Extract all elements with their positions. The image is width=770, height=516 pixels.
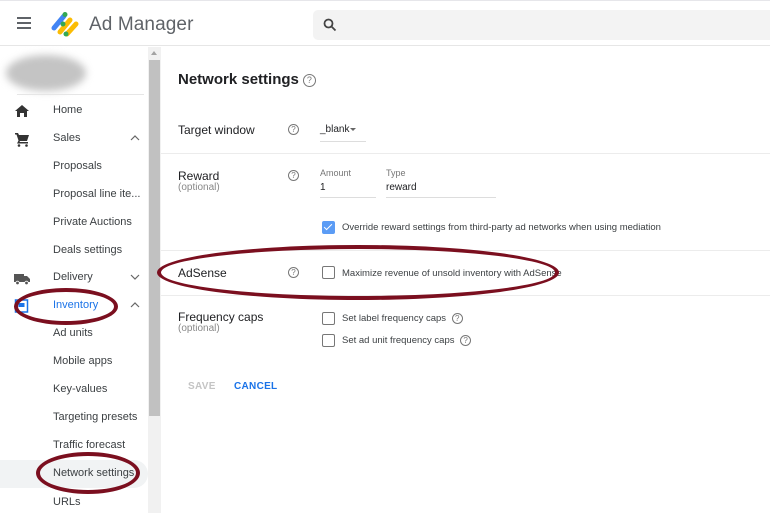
reward-optional-label: (optional) (178, 182, 220, 193)
sidebar-item-label: Traffic forecast (53, 439, 126, 451)
sidebar-item-label: Key-values (53, 383, 108, 395)
sidebar-item-urls[interactable]: URLs (0, 490, 148, 516)
reward-amount-input[interactable] (320, 182, 376, 193)
sidebar-item-home[interactable]: Home (0, 98, 148, 124)
target-window-select[interactable]: _blank (320, 122, 366, 142)
sidebar-item-network-settings[interactable]: Network settings (0, 460, 148, 488)
sidebar-item-targeting-presets[interactable]: Targeting presets (0, 405, 148, 431)
reward-type-input[interactable] (386, 182, 496, 193)
help-icon[interactable]: ? (302, 73, 316, 87)
search-icon (323, 18, 337, 32)
override-reward-label: Override reward settings from third-part… (342, 222, 661, 233)
sidebar-item-proposal-line-items[interactable]: Proposal line ite... (0, 182, 148, 208)
sidebar-divider (17, 94, 144, 95)
chevron-up-icon (130, 135, 140, 141)
reward-amount-field[interactable]: Amount (320, 168, 376, 198)
frequency-caps-optional-label: (optional) (178, 323, 220, 334)
label-frequency-caps-text: Set label frequency caps (342, 313, 447, 325)
ad-unit-frequency-caps-label: Set ad unit frequency caps ? (342, 335, 472, 347)
truck-icon (14, 274, 30, 286)
sidebar-item-label: Network settings (53, 467, 135, 479)
target-window-value: _blank (320, 124, 350, 135)
label-frequency-caps-checkbox[interactable] (322, 312, 335, 325)
home-icon (15, 105, 29, 117)
row-divider (161, 295, 770, 296)
sidebar-item-sales[interactable]: Sales (0, 126, 148, 152)
frequency-caps-label: Frequency caps (178, 310, 264, 324)
top-bar: Ad Manager (0, 0, 770, 46)
help-icon[interactable]: ? (288, 124, 299, 135)
sidebar-item-label: Proposal line ite... (53, 188, 141, 200)
sidebar-item-ad-units[interactable]: Ad units (0, 321, 148, 347)
adsense-label: AdSense (178, 266, 227, 280)
sidebar-item-label: Targeting presets (53, 411, 138, 423)
sidebar-item-traffic-forecast[interactable]: Traffic forecast (0, 433, 148, 459)
sidebar-scrollbar[interactable] (148, 47, 161, 513)
sidebar-item-inventory[interactable]: Inventory (0, 293, 148, 319)
sidebar-item-proposals[interactable]: Proposals (0, 154, 148, 180)
label-frequency-caps-label: Set label frequency caps ? (342, 313, 463, 324)
app-title: Ad Manager (89, 14, 194, 35)
sidebar-item-key-values[interactable]: Key-values (0, 377, 148, 403)
amount-label: Amount (320, 168, 352, 178)
cancel-button[interactable]: CANCEL (234, 381, 277, 392)
search-bar[interactable] (313, 10, 770, 40)
sidebar-item-mobile-apps[interactable]: Mobile apps (0, 349, 148, 375)
help-icon[interactable]: ? (460, 335, 472, 346)
reward-type-field[interactable]: Type (386, 168, 496, 198)
target-window-label: Target window (178, 123, 255, 137)
adsense-maximize-checkbox[interactable] (322, 266, 335, 279)
type-label: Type (386, 168, 406, 178)
adsense-maximize-label: Maximize revenue of unsold inventory wit… (342, 268, 562, 279)
sidebar-item-label: Home (53, 104, 83, 116)
override-reward-checkbox[interactable] (322, 221, 335, 234)
hamburger-menu-icon[interactable] (17, 17, 31, 29)
help-icon[interactable]: ? (288, 170, 299, 181)
chevron-up-icon (130, 302, 140, 308)
main-content: Network settings? Target window ? _blank… (161, 47, 770, 513)
sidebar-item-deals-settings[interactable]: Deals settings (0, 238, 148, 264)
sidebar-item-label: Private Auctions (53, 216, 132, 228)
reward-label: Reward (178, 169, 220, 183)
sidebar-item-label: Deals settings (53, 244, 123, 256)
page-title: Network settings? (178, 71, 316, 88)
sidebar-item-delivery[interactable]: Delivery (0, 265, 148, 291)
sidebar-item-label: Inventory (53, 299, 99, 311)
scrollbar-thumb[interactable] (149, 60, 160, 416)
chevron-down-icon (130, 274, 140, 280)
inventory-icon (14, 299, 29, 313)
sidebar-item-label: Mobile apps (53, 355, 113, 367)
sidebar-item-label: Ad units (53, 327, 93, 339)
sidebar-item-label: Proposals (53, 160, 102, 172)
sidebar-item-label: Delivery (53, 271, 93, 283)
ad-unit-frequency-caps-checkbox[interactable] (322, 334, 335, 347)
scroll-up-arrow-icon[interactable] (151, 51, 157, 55)
row-divider (161, 153, 770, 154)
help-icon[interactable]: ? (288, 267, 299, 278)
dropdown-caret-icon (350, 128, 356, 131)
sidebar-item-label: URLs (53, 496, 81, 508)
save-button[interactable]: SAVE (188, 381, 216, 392)
help-icon[interactable]: ? (451, 313, 463, 324)
page-title-text: Network settings (178, 71, 299, 88)
sidebar-item-label: Sales (53, 132, 81, 144)
sidebar-item-private-auctions[interactable]: Private Auctions (0, 210, 148, 236)
ad-unit-frequency-caps-text: Set ad unit frequency caps (342, 335, 455, 347)
ad-manager-logo (51, 12, 79, 37)
sidebar: Home Sales Proposals Proposal line ite..… (0, 47, 148, 513)
cart-icon (15, 133, 29, 147)
row-divider (161, 250, 770, 251)
network-name-redacted (6, 55, 86, 91)
